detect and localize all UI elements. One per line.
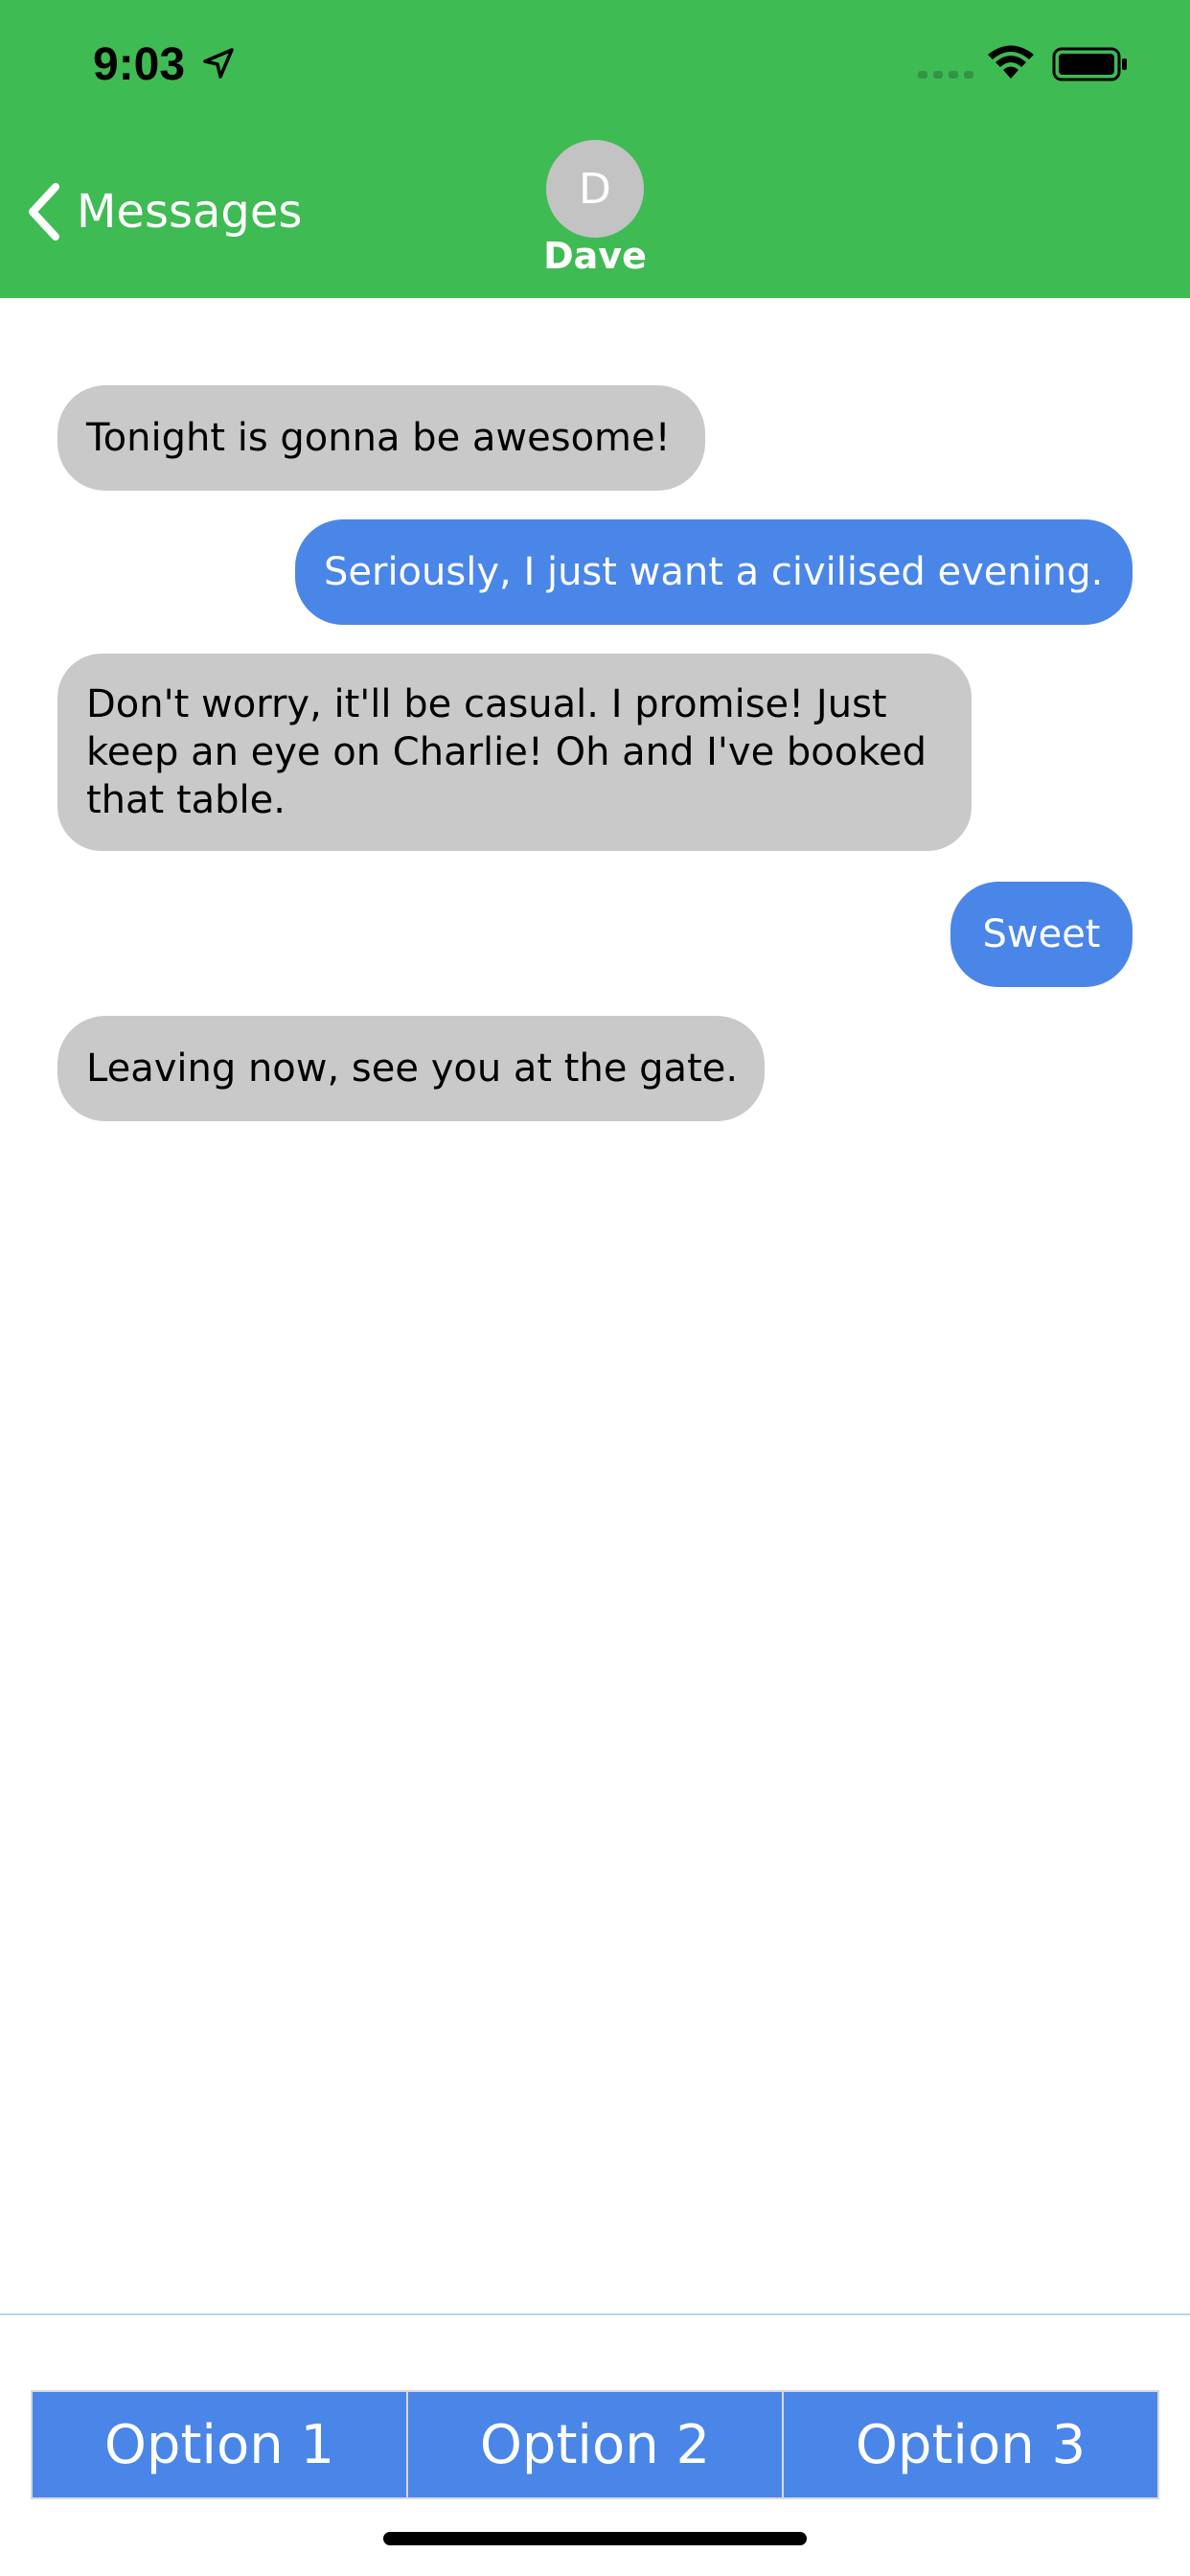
divider [0, 2313, 1190, 2315]
message-bubble-outgoing: Sweet [950, 882, 1133, 987]
home-indicator[interactable] [383, 2532, 807, 2545]
location-arrow-icon [203, 48, 234, 79]
status-time: 9:03 [93, 39, 186, 90]
cellular-signal-icon [918, 71, 973, 79]
back-label: Messages [77, 185, 303, 239]
battery-icon [1052, 47, 1127, 81]
message-bubble-incoming: Leaving now, see you at the gate. [57, 1016, 765, 1121]
avatar[interactable]: D [546, 140, 644, 238]
option-2-button[interactable]: Option 2 [406, 2392, 782, 2497]
option-3-button[interactable]: Option 3 [782, 2392, 1157, 2497]
reply-options: Option 1 Option 2 Option 3 [31, 2390, 1159, 2499]
navigation-header: 9:03 Messages D Dave [0, 0, 1190, 298]
contact-name: Dave [543, 235, 647, 277]
message-bubble-incoming: Tonight is gonna be awesome! [57, 385, 705, 491]
message-bubble-incoming: Don't worry, it'll be casual. I promise!… [57, 654, 972, 851]
option-1-button[interactable]: Option 1 [33, 2392, 406, 2497]
message-bubble-outgoing: Seriously, I just want a civilised eveni… [295, 519, 1133, 625]
chevron-left-icon [29, 183, 59, 241]
back-button[interactable]: Messages [21, 178, 328, 245]
wifi-icon [988, 45, 1034, 79]
